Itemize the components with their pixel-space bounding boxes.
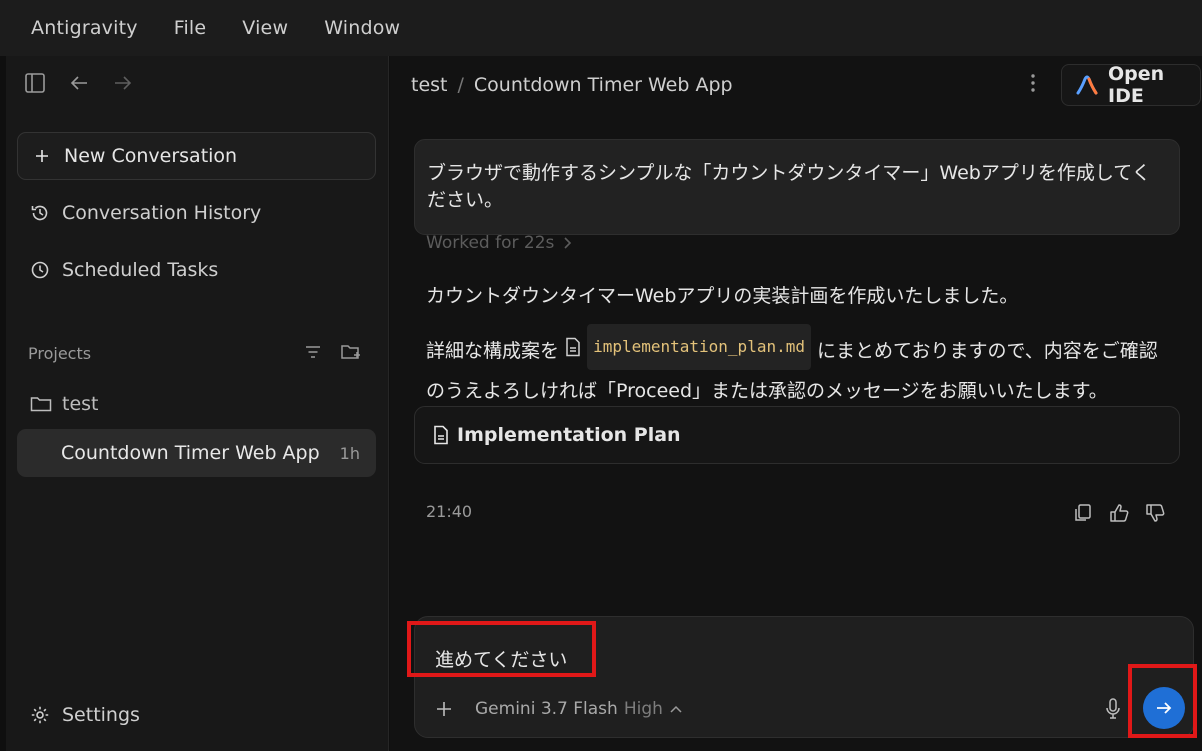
file-icon bbox=[565, 337, 581, 357]
file-name: implementation_plan.md bbox=[587, 324, 811, 370]
message-timestamp: 21:40 bbox=[426, 502, 473, 521]
copy-icon[interactable] bbox=[1072, 502, 1094, 524]
menu-window[interactable]: Window bbox=[324, 17, 400, 39]
message-actions bbox=[1072, 502, 1166, 524]
project-folder-label: test bbox=[62, 393, 99, 415]
breadcrumb-project[interactable]: test bbox=[411, 74, 448, 96]
new-conversation-label: New Conversation bbox=[64, 145, 238, 167]
new-conversation-button[interactable]: New Conversation bbox=[17, 132, 376, 180]
microphone-icon[interactable] bbox=[1105, 697, 1121, 721]
antigravity-logo-icon bbox=[1076, 75, 1098, 95]
menu-bar: Antigravity File View Window bbox=[0, 0, 1202, 56]
sidebar-item-scheduled-tasks[interactable]: Scheduled Tasks bbox=[30, 259, 218, 281]
worked-for-label: Worked for 22s bbox=[426, 233, 555, 253]
thumbs-down-icon[interactable] bbox=[1144, 502, 1166, 524]
sidebar-toggle-icon[interactable] bbox=[24, 72, 46, 94]
thumbs-up-icon[interactable] bbox=[1108, 502, 1130, 524]
user-message-bubble: ブラウザで動作するシンプルな「カウントダウンタイマー」Webアプリを作成してくだ… bbox=[414, 139, 1180, 235]
history-icon bbox=[30, 203, 50, 223]
menu-app[interactable]: Antigravity bbox=[31, 17, 138, 39]
document-icon bbox=[433, 425, 449, 445]
sidebar-item-conversation-history[interactable]: Conversation History bbox=[30, 202, 261, 224]
sidebar-item-label: Conversation History bbox=[62, 202, 262, 224]
projects-header: Projects bbox=[28, 344, 92, 363]
settings-button[interactable]: Settings bbox=[30, 704, 140, 726]
assistant-response-line2: 詳細な構成案を implementation_plan.md にまとめております… bbox=[426, 324, 1176, 411]
composer-toolbar: Gemini 3.7 Flash High bbox=[435, 699, 683, 719]
folder-icon bbox=[30, 395, 52, 413]
project-conversation-label: Countdown Timer Web App bbox=[61, 442, 320, 464]
open-ide-label: Open IDE bbox=[1108, 63, 1165, 107]
input-highlight-box bbox=[407, 621, 596, 677]
response-text-pre: 詳細な構成案を bbox=[426, 340, 560, 362]
model-selector[interactable]: Gemini 3.7 Flash High bbox=[475, 699, 683, 719]
chevron-up-icon bbox=[669, 704, 683, 714]
menu-file[interactable]: File bbox=[174, 17, 207, 39]
project-conversation-age: 1h bbox=[339, 443, 360, 463]
add-attachment-icon[interactable] bbox=[435, 700, 453, 718]
settings-label: Settings bbox=[62, 704, 140, 726]
plus-icon bbox=[34, 148, 50, 164]
back-arrow-icon[interactable] bbox=[68, 72, 90, 94]
model-mode: High bbox=[623, 699, 663, 719]
forward-arrow-icon[interactable] bbox=[112, 72, 134, 94]
breadcrumb-title: Countdown Timer Web App bbox=[473, 74, 733, 96]
implementation-plan-label: Implementation Plan bbox=[457, 424, 681, 446]
project-conversation-item[interactable]: Countdown Timer Web App 1h bbox=[17, 429, 376, 477]
send-highlight-box bbox=[1128, 664, 1197, 738]
clock-icon bbox=[30, 260, 50, 280]
gear-icon bbox=[30, 705, 50, 725]
project-folder-test[interactable]: test bbox=[30, 393, 99, 415]
breadcrumb-separator: / bbox=[457, 74, 464, 96]
implementation-plan-card[interactable]: Implementation Plan bbox=[414, 406, 1180, 464]
chevron-right-icon bbox=[562, 236, 572, 250]
breadcrumb: test / Countdown Timer Web App bbox=[411, 74, 733, 96]
filter-icon[interactable] bbox=[304, 343, 322, 361]
user-message-text: ブラウザで動作するシンプルな「カウントダウンタイマー」Webアプリを作成してくだ… bbox=[427, 162, 1151, 211]
sidebar-item-label: Scheduled Tasks bbox=[62, 259, 219, 281]
more-options-icon[interactable] bbox=[1028, 72, 1038, 94]
open-ide-button[interactable]: Open IDE bbox=[1061, 63, 1201, 107]
new-folder-icon[interactable] bbox=[340, 343, 362, 361]
model-name: Gemini 3.7 Flash bbox=[475, 699, 618, 719]
projects-tools bbox=[304, 343, 362, 361]
file-link[interactable]: implementation_plan.md bbox=[565, 324, 811, 370]
assistant-response-line1: カウントダウンタイマーWebアプリの実装計画を作成いたしました。 bbox=[426, 285, 1019, 307]
sidebar: New Conversation Conversation History Sc… bbox=[6, 56, 389, 751]
menu-view[interactable]: View bbox=[242, 17, 288, 39]
worked-for-toggle[interactable]: Worked for 22s bbox=[426, 233, 572, 253]
sidebar-toolbar bbox=[24, 72, 134, 94]
